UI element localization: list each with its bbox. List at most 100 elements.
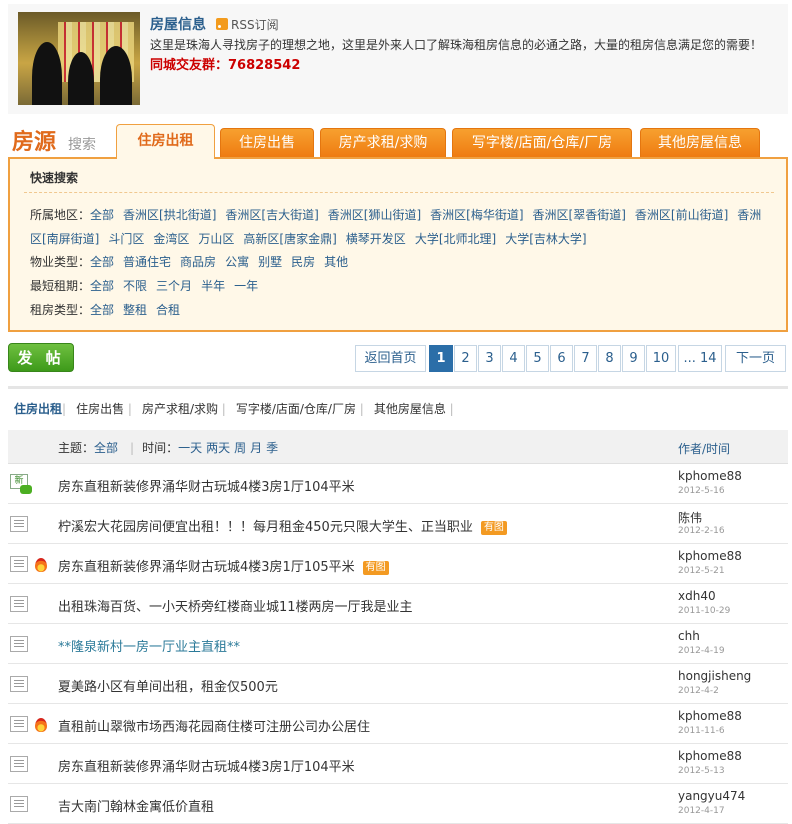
lease-option[interactable]: 半年 bbox=[201, 279, 225, 293]
thread-date: 2012-4-17 bbox=[678, 806, 725, 816]
brand-label: 房源 bbox=[12, 130, 57, 155]
page-title: 房屋信息 bbox=[150, 17, 206, 33]
thread-author[interactable]: chh bbox=[678, 629, 700, 643]
category-tabs: 房源 搜索 住房出租 住房出售 房产求租/求购 写字楼/店面/仓库/厂房 其他房… bbox=[8, 124, 788, 159]
table-row[interactable]: 柠溪宏大花园房间便宜出租！！！每月租金450元只限大学生、正当职业 有图 陈伟 201… bbox=[8, 504, 788, 544]
area-option[interactable]: 万山区 bbox=[198, 232, 234, 246]
thread-author[interactable]: kphome88 bbox=[678, 549, 742, 563]
area-option[interactable]: 香洲区[前山街道] bbox=[635, 208, 728, 222]
thread-subject[interactable]: 房东直租新装修界涌华财古玩城4楼3房1厅105平米 有图 bbox=[58, 556, 389, 575]
pagination-home[interactable]: 返回首页 bbox=[355, 345, 426, 372]
area-option[interactable]: 斗门区 bbox=[108, 232, 144, 246]
subtab-other[interactable]: 其他房屋信息 bbox=[374, 402, 446, 416]
topic-all-filter[interactable]: 全部 bbox=[94, 441, 118, 455]
post-button[interactable]: 发 帖 bbox=[8, 343, 74, 372]
time-filter[interactable]: 两天 bbox=[206, 441, 230, 455]
subtab-commercial[interactable]: 写字楼/店面/仓库/厂房 bbox=[236, 402, 356, 416]
time-filter[interactable]: 周 bbox=[234, 441, 246, 455]
table-row[interactable]: 直租前山翠微市场西海花园商住楼可注册公司办公居住 kphome88 2011-11-… bbox=[8, 704, 788, 744]
area-option[interactable]: 香洲区[拱北街道] bbox=[123, 208, 216, 222]
thread-author[interactable]: kphome88 bbox=[678, 469, 742, 483]
area-option[interactable]: 横琴开发区 bbox=[346, 232, 406, 246]
property-type-filter: 物业类型：全部 普通住宅 商品房 公寓 别墅 民房 其他 bbox=[30, 255, 349, 269]
rss-label: RSS订阅 bbox=[231, 17, 279, 32]
thread-subject[interactable]: 夏美路小区有单间出租，租金仅500元 bbox=[58, 676, 278, 695]
property-option[interactable]: 全部 bbox=[90, 255, 114, 269]
pagination-page[interactable]: 8 bbox=[598, 345, 621, 372]
thread-author[interactable]: kphome88 bbox=[678, 709, 742, 723]
time-filter[interactable]: 一天 bbox=[178, 441, 202, 455]
thread-subject[interactable]: 出租珠海百货、一小天桥旁红楼商业城11楼两房一厅我是业主 bbox=[58, 596, 413, 615]
pagination-page[interactable]: 9 bbox=[622, 345, 645, 372]
subtab-rent[interactable]: 住房出租 bbox=[14, 402, 62, 416]
thread-author[interactable]: xdh40 bbox=[678, 589, 716, 603]
table-row[interactable]: 出租珠海百货、一小天桥旁红楼商业城11楼两房一厅我是业主 xdh40 2011-10… bbox=[8, 584, 788, 624]
thread-author[interactable]: 陈伟 bbox=[678, 509, 702, 526]
thread-author[interactable]: yangyu474 bbox=[678, 789, 745, 803]
thread-list: 新房东直租新装修界涌华财古玩城4楼3房1厅104平米 kphome88 2012-5… bbox=[8, 464, 788, 824]
tab-commercial[interactable]: 写字楼/店面/仓库/厂房 bbox=[452, 128, 632, 158]
area-option[interactable]: 全部 bbox=[90, 208, 114, 222]
area-option[interactable]: 香洲区[梅华街道] bbox=[430, 208, 523, 222]
pagination-page[interactable]: 4 bbox=[502, 345, 525, 372]
area-option[interactable]: 金湾区 bbox=[153, 232, 189, 246]
lease-option[interactable]: 三个月 bbox=[156, 279, 192, 293]
pagination-page[interactable]: 10 bbox=[646, 345, 676, 372]
time-filter[interactable]: 季 bbox=[266, 441, 278, 455]
property-option[interactable]: 别墅 bbox=[258, 255, 282, 269]
property-option[interactable]: 普通住宅 bbox=[123, 255, 171, 269]
property-option[interactable]: 公寓 bbox=[225, 255, 249, 269]
pagination-page[interactable]: 7 bbox=[574, 345, 597, 372]
table-row[interactable]: 房东直租新装修界涌华财古玩城4楼3房1厅104平米 kphome88 2012-5-… bbox=[8, 744, 788, 784]
author-time-column: 作者/时间 bbox=[678, 442, 731, 456]
table-row[interactable]: 新 房东直租新装修界涌华财古玩城4楼3房1厅104平米 kphome88 2012-5… bbox=[8, 464, 788, 504]
lease-option[interactable]: 全部 bbox=[90, 279, 114, 293]
tab-sale[interactable]: 住房出售 bbox=[220, 128, 314, 158]
property-option[interactable]: 其他 bbox=[324, 255, 348, 269]
area-option[interactable]: 大学[北师北理] bbox=[415, 232, 496, 246]
header-description: 这里是珠海人寻找房子的理想之地，这里是外来人口了解珠海租房信息的必通之路，大量的… bbox=[150, 38, 763, 52]
property-option[interactable]: 商品房 bbox=[180, 255, 216, 269]
area-option[interactable]: 香洲区[翠香街道] bbox=[533, 208, 626, 222]
thread-subject[interactable]: 柠溪宏大花园房间便宜出租！！！每月租金450元只限大学生、正当职业 有图 bbox=[58, 516, 507, 535]
pagination-last[interactable]: ... 14 bbox=[678, 345, 722, 372]
subtab-seek[interactable]: 房产求租/求购 bbox=[142, 402, 218, 416]
lease-option[interactable]: 一年 bbox=[234, 279, 258, 293]
lease-option[interactable]: 不限 bbox=[123, 279, 147, 293]
table-row[interactable]: **隆泉新村一房一厅业主直租** chh 2012-4-19 bbox=[8, 624, 788, 664]
pagination-page[interactable]: 1 bbox=[429, 345, 453, 372]
thread-subject[interactable]: 吉大南门翰林金寓低价直租 bbox=[58, 796, 214, 815]
pagination-page[interactable]: 5 bbox=[526, 345, 549, 372]
rent-type-option[interactable]: 全部 bbox=[90, 303, 114, 317]
tab-rent[interactable]: 住房出租 bbox=[116, 124, 215, 159]
thread-subject[interactable]: 房东直租新装修界涌华财古玩城4楼3房1厅104平米 bbox=[58, 476, 355, 495]
time-filter[interactable]: 月 bbox=[250, 441, 262, 455]
rent-type-option[interactable]: 合租 bbox=[156, 303, 180, 317]
area-option[interactable]: 高新区[唐家金鼎] bbox=[243, 232, 336, 246]
rss-link[interactable]: RSS订阅 bbox=[216, 16, 279, 33]
property-option[interactable]: 民房 bbox=[291, 255, 315, 269]
document-icon bbox=[10, 796, 28, 812]
thread-subject[interactable]: 房东直租新装修界涌华财古玩城4楼3房1厅104平米 bbox=[58, 756, 355, 775]
area-option[interactable]: 香洲区[狮山街道] bbox=[328, 208, 421, 222]
pagination-page[interactable]: 6 bbox=[550, 345, 573, 372]
table-row[interactable]: 吉大南门翰林金寓低价直租 yangyu474 2012-4-17 bbox=[8, 784, 788, 824]
thread-author[interactable]: kphome88 bbox=[678, 749, 742, 763]
thread-author[interactable]: hongjisheng bbox=[678, 669, 751, 683]
table-row[interactable]: 夏美路小区有单间出租，租金仅500元 hongjisheng 2012-4-2 bbox=[8, 664, 788, 704]
pagination-next[interactable]: 下一页 bbox=[725, 345, 786, 372]
tab-other[interactable]: 其他房屋信息 bbox=[640, 128, 760, 158]
hot-fire-icon bbox=[34, 716, 48, 732]
thread-subject[interactable]: 直租前山翠微市场西海花园商住楼可注册公司办公居住 bbox=[58, 716, 370, 735]
rent-type-option[interactable]: 整租 bbox=[123, 303, 147, 317]
has-image-badge: 有图 bbox=[480, 521, 507, 535]
sub-tabs: 住房出租| 住房出售 | 房产求租/求购 | 写字楼/店面/仓库/厂房 | 其他房屋信息… bbox=[14, 402, 454, 416]
pagination-page[interactable]: 2 bbox=[454, 345, 477, 372]
area-option[interactable]: 大学[吉林大学] bbox=[505, 232, 586, 246]
pagination-page[interactable]: 3 bbox=[478, 345, 501, 372]
tab-seek[interactable]: 房产求租/求购 bbox=[320, 128, 446, 158]
subtab-sale[interactable]: 住房出售 bbox=[76, 402, 124, 416]
table-row[interactable]: 房东直租新装修界涌华财古玩城4楼3房1厅105平米 有图 kphome88 2012-… bbox=[8, 544, 788, 584]
thread-subject[interactable]: **隆泉新村一房一厅业主直租** bbox=[58, 636, 240, 655]
area-option[interactable]: 香洲区[吉大街道] bbox=[225, 208, 318, 222]
